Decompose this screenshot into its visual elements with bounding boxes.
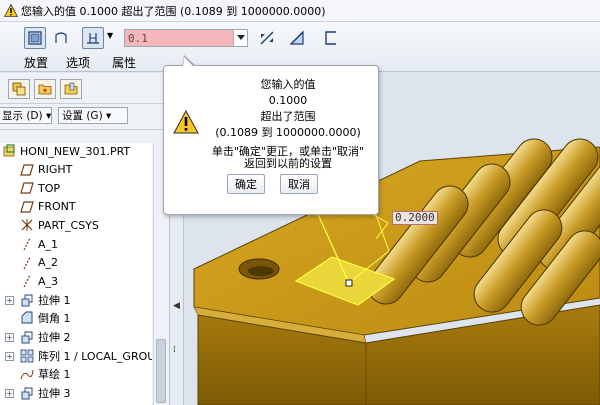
dialog-line-6: 返回到以前的设置 — [244, 157, 332, 170]
surface-icon — [55, 32, 67, 43]
folder-browser-tab[interactable] — [34, 79, 56, 99]
flip-direction-button[interactable] — [256, 27, 278, 49]
tree-item[interactable]: A_2 — [20, 254, 58, 272]
range-error-dialog: 您输入的值 0.1000 超出了范围 (0.1089 到 1000000.000… — [163, 55, 379, 215]
solid-button[interactable] — [24, 27, 46, 49]
tree-item[interactable]: RIGHT — [20, 161, 72, 179]
tree-item-label: A_1 — [38, 237, 59, 251]
extrude-icon — [21, 387, 33, 400]
tree-item-label: TOP — [38, 181, 61, 195]
pattern-icon — [20, 349, 34, 362]
tree-item[interactable]: TOP — [20, 179, 60, 197]
tree-item-label: 拉伸 1 — [38, 293, 71, 307]
tree-item[interactable]: 拉伸 3 — [20, 384, 71, 402]
tree-item[interactable]: A_3 — [20, 272, 58, 290]
tab-options[interactable]: 选项 — [66, 54, 90, 71]
tree-item[interactable]: PART_CSYS — [20, 216, 99, 234]
warning-icon — [173, 110, 199, 134]
expand-toggle[interactable]: + — [5, 388, 14, 398]
tree-item-label: PART_CSYS — [38, 218, 99, 232]
datum-axis-icon — [23, 237, 31, 251]
tree-item[interactable]: 阵列 1 / LOCAL_GROU — [20, 347, 152, 365]
depth-dimension-label[interactable]: 0.2000 — [392, 211, 438, 225]
extrude-icon — [21, 331, 33, 344]
depth-value-input[interactable] — [125, 30, 233, 46]
depth-icon — [87, 33, 99, 44]
tree-item[interactable]: 拉伸 1 — [20, 291, 71, 309]
dialog-line-1: 您输入的值 — [260, 78, 316, 91]
tree-item[interactable]: FRONT — [20, 198, 76, 216]
tree-item-label: A_3 — [38, 274, 59, 288]
tree-item-label: 阵列 1 / LOCAL_GROU — [38, 349, 152, 363]
tree-item[interactable]: 草绘 1 — [20, 365, 71, 383]
tree-item[interactable]: A_1 — [20, 235, 58, 253]
datum-axis-icon — [23, 256, 31, 269]
remove-material-icon — [289, 30, 304, 45]
dialog-line-3: 超出了范围 — [260, 110, 316, 123]
datum-plane-icon — [20, 182, 34, 194]
depth-dropdown-icon[interactable]: ▼ — [107, 31, 113, 40]
drag-handle[interactable] — [345, 279, 353, 287]
depth-value-field[interactable] — [124, 29, 248, 47]
tree-item-label: HONI_NEW_301.PRT — [20, 144, 131, 158]
dialog-line-2: 0.1000 — [268, 94, 308, 107]
part-icon — [3, 144, 15, 157]
model-tree: HONI_NEW_301.PRT RIGHT TOP FRONT PART_CSYS A_… — [0, 143, 152, 405]
tree-item[interactable]: 拉伸 2 — [20, 328, 71, 346]
dialog-line-4: (0.1089 到 1000000.0000) — [215, 126, 361, 139]
model-tree-panel: 显示 (D) ▾ 设置 (G) ▾ HONI_NEW_301.PRT RIGHT T… — [0, 73, 170, 405]
datum-plane-icon — [20, 201, 34, 213]
thicken-button[interactable] — [320, 27, 342, 49]
message-bar: 您输入的值 0.1000 超出了范围 (0.1089 到 1000000.000… — [0, 0, 600, 22]
favorites-icon — [64, 82, 78, 95]
model-tree-tab[interactable] — [8, 79, 30, 99]
settings-menu[interactable]: 设置 (G) ▾ — [58, 107, 128, 124]
datum-axis-icon — [23, 274, 31, 288]
model-tree-icon — [12, 82, 26, 96]
tree-item-label: 拉伸 3 — [38, 386, 71, 400]
solid-icon — [28, 31, 42, 45]
datum-plane-icon — [20, 163, 34, 176]
tab-properties[interactable]: 属性 — [112, 54, 136, 71]
folder-icon — [38, 84, 52, 95]
expand-toggle[interactable]: + — [5, 351, 14, 361]
surface-button[interactable] — [50, 27, 72, 49]
favorites-tab[interactable] — [60, 79, 82, 99]
sketch-icon — [20, 370, 34, 380]
tree-item-label: FRONT — [38, 200, 76, 214]
tree-scrollbar-thumb[interactable] — [156, 339, 166, 403]
tree-item-label: RIGHT — [38, 163, 73, 177]
warning-icon — [4, 4, 18, 17]
tree-item-label: 拉伸 2 — [38, 331, 71, 344]
remove-material-button[interactable] — [286, 27, 308, 49]
message-text: 您输入的值 0.1000 超出了范围 (0.1089 到 1000000.000… — [21, 4, 326, 18]
display-menu[interactable]: 显示 (D) ▾ — [0, 107, 52, 124]
tree-item[interactable]: HONI_NEW_301.PRT — [2, 143, 130, 160]
splitter-grip-icon[interactable]: ⁞ — [173, 345, 176, 355]
extrude-icon — [21, 294, 33, 307]
depth-type-button[interactable] — [82, 27, 104, 49]
flip-icon — [260, 31, 274, 45]
tree-item-label: A_2 — [38, 256, 59, 270]
thicken-icon — [325, 31, 336, 45]
collapse-arrow-icon[interactable]: ◀ — [173, 301, 180, 311]
expand-toggle[interactable]: + — [5, 295, 14, 305]
chamfer-icon — [21, 311, 33, 324]
tree-item[interactable]: 倒角 1 — [20, 309, 71, 327]
cancel-button[interactable]: 取消 — [280, 174, 318, 194]
tree-item-label: 倒角 1 — [38, 312, 71, 326]
value-dropdown-icon[interactable] — [233, 30, 247, 46]
coordinate-system-icon — [21, 219, 33, 232]
tab-placement[interactable]: 放置 — [24, 54, 48, 71]
ok-button[interactable]: 确定 — [227, 174, 265, 194]
tree-item-label: 草绘 1 — [38, 368, 71, 382]
expand-toggle[interactable]: + — [5, 333, 14, 342]
